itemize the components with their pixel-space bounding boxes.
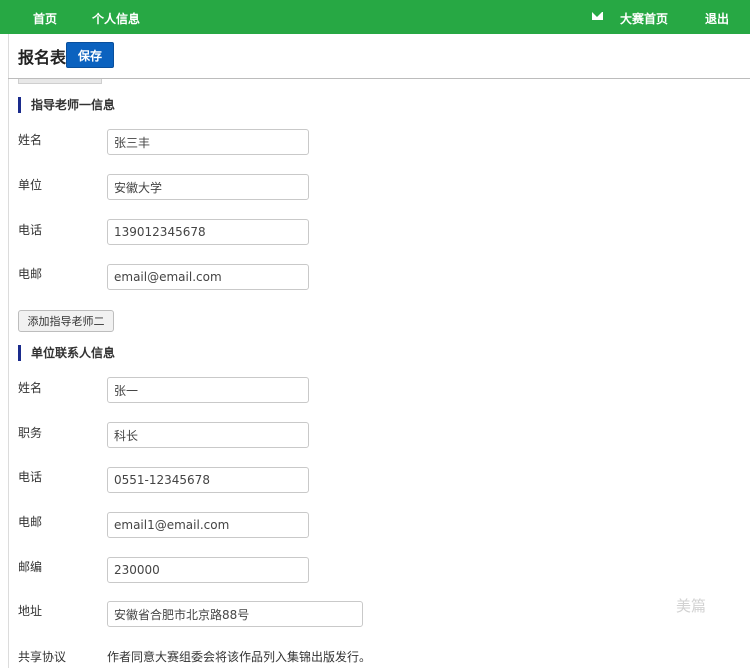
nav-contest-home-link[interactable]: 大赛首页 (620, 10, 668, 27)
contact-zip-input[interactable] (107, 557, 309, 583)
page-title: 报名表 (18, 48, 67, 67)
contact-name-label: 姓名 (18, 381, 43, 395)
contact-phone-label: 电话 (18, 470, 43, 484)
add-second-advisor-button[interactable]: 添加指导老师二 (18, 310, 114, 332)
save-button[interactable]: 保存 (66, 42, 114, 68)
advisor-name-input[interactable] (107, 129, 309, 155)
advisor-phone-input[interactable] (107, 219, 309, 245)
share-agreement-label: 共享协议 (18, 650, 67, 664)
advisor-email-input[interactable] (107, 264, 309, 290)
contact-title-label: 职务 (18, 426, 43, 440)
left-border (8, 34, 9, 668)
share-agreement-text: 作者同意大赛组委会将该作品列入集锦出版发行。 (107, 650, 372, 664)
watermark-text: 美篇 (676, 597, 707, 615)
contact-address-input[interactable] (107, 601, 363, 627)
advisor-org-input[interactable] (107, 174, 309, 200)
advisor-section-heading: 指导老师一信息 (18, 97, 115, 113)
contact-title-input[interactable] (107, 422, 309, 448)
collapsed-button-stub[interactable] (18, 79, 102, 84)
advisor-org-label: 单位 (18, 178, 43, 192)
contact-name-input[interactable] (107, 377, 309, 403)
nav-logout-link[interactable]: 退出 (705, 10, 729, 27)
advisor-name-label: 姓名 (18, 133, 43, 147)
nav-home-link[interactable]: 首页 (33, 10, 57, 27)
contact-email-label: 电邮 (18, 515, 43, 529)
advisor-email-label: 电邮 (18, 267, 43, 281)
title-bar: 报名表 保存 (8, 34, 750, 79)
contact-zip-label: 邮编 (18, 560, 43, 574)
advisor-phone-label: 电话 (18, 223, 43, 237)
mail-icon[interactable] (592, 12, 603, 20)
top-nav-bar: 首页 个人信息 大赛首页 退出 (0, 0, 750, 34)
contact-address-label: 地址 (18, 604, 43, 618)
nav-profile-link[interactable]: 个人信息 (92, 10, 140, 27)
contact-email-input[interactable] (107, 512, 309, 538)
contact-section-heading: 单位联系人信息 (18, 345, 115, 361)
contact-phone-input[interactable] (107, 467, 309, 493)
